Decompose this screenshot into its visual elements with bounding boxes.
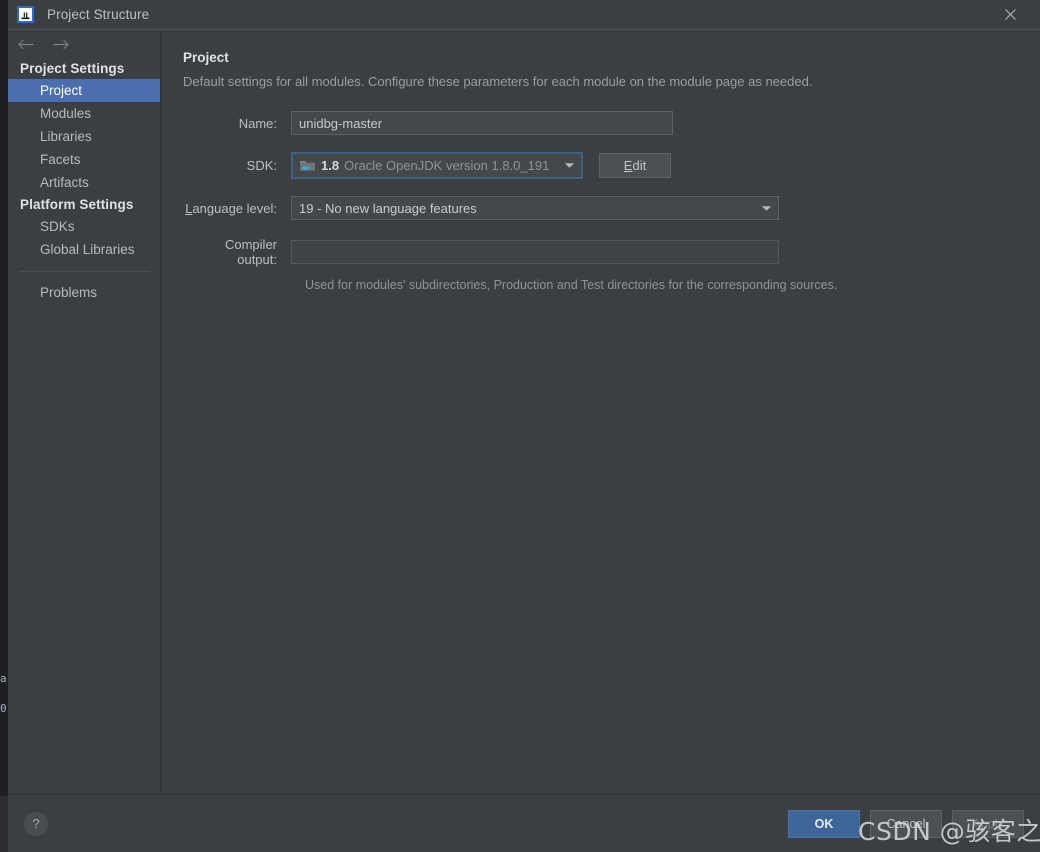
project-name-input[interactable]: unidbg-master bbox=[291, 111, 673, 135]
sidebar-item-problems[interactable]: Problems bbox=[8, 281, 160, 304]
sidebar-item-project[interactable]: Project bbox=[8, 79, 160, 102]
page-title: Project bbox=[183, 50, 229, 65]
dialog-action-buttons: OK Cancel Apply bbox=[788, 809, 1024, 838]
language-level-row: Language level: 19 - No new language fea… bbox=[183, 196, 1040, 220]
jdk-folder-icon bbox=[299, 158, 316, 173]
dialog-titlebar: IJ Project Structure bbox=[8, 0, 1040, 29]
cancel-button[interactable]: Cancel bbox=[870, 809, 942, 838]
language-level-combobox[interactable]: 19 - No new language features bbox=[291, 196, 779, 220]
project-sdk-combobox[interactable]: 1.8 Oracle OpenJDK version 1.8.0_191 bbox=[291, 152, 583, 179]
sidebar-item-libraries[interactable]: Libraries bbox=[8, 125, 160, 148]
dialog-footer: ? OK Cancel Apply bbox=[8, 794, 1040, 852]
sidebar-item-artifacts[interactable]: Artifacts bbox=[8, 171, 160, 194]
sidebar-divider bbox=[20, 271, 150, 272]
sidebar-item-facets[interactable]: Facets bbox=[8, 148, 160, 171]
settings-sidebar: Project Settings Project Modules Librari… bbox=[8, 30, 161, 794]
project-structure-dialog: IJ Project Structure Project Settings Pr… bbox=[8, 0, 1040, 852]
chevron-down-icon[interactable] bbox=[761, 197, 772, 219]
edit-button-label-rest: dit bbox=[632, 158, 647, 173]
help-button[interactable]: ? bbox=[24, 811, 48, 836]
window-title: Project Structure bbox=[47, 7, 150, 22]
sidebar-item-global-libraries[interactable]: Global Libraries bbox=[8, 238, 160, 261]
arrow-right-icon[interactable] bbox=[51, 34, 71, 54]
project-settings-panel: Project Default settings for all modules… bbox=[161, 30, 1040, 794]
intellij-idea-icon: IJ bbox=[17, 6, 34, 23]
project-sdk-label: SDK: bbox=[246, 158, 277, 173]
compiler-output-hint: Used for modules' subdirectories, Produc… bbox=[305, 278, 838, 292]
chevron-down-icon[interactable] bbox=[564, 154, 575, 177]
sidebar-group-platform-settings: Platform Settings bbox=[20, 197, 134, 212]
project-sdk-row: SDK: 1.8 Oracle OpenJDK version 1.8.0_19… bbox=[183, 152, 1040, 179]
sidebar-group-project-settings: Project Settings bbox=[20, 61, 125, 76]
language-level-label: Language level: bbox=[183, 201, 291, 216]
sidebar-nav-arrows bbox=[8, 30, 160, 58]
compiler-output-label: Compiler output: bbox=[224, 237, 277, 267]
ok-button[interactable]: OK bbox=[788, 809, 860, 838]
sidebar-item-sdks[interactable]: SDKs bbox=[8, 215, 160, 238]
project-name-label: Name: bbox=[238, 115, 277, 131]
arrow-left-icon[interactable] bbox=[15, 34, 35, 54]
page-description: Default settings for all modules. Config… bbox=[183, 74, 813, 89]
sidebar-item-modules[interactable]: Modules bbox=[8, 102, 160, 125]
edit-button-mnemonic: E bbox=[623, 158, 633, 173]
project-name-row: Name: unidbg-master bbox=[183, 111, 1040, 135]
close-icon[interactable] bbox=[988, 0, 1032, 29]
compiler-output-input[interactable] bbox=[291, 240, 779, 264]
project-sdk-version: 1.8 bbox=[321, 158, 340, 173]
language-level-value: 19 - No new language features bbox=[299, 200, 477, 216]
language-level-label-rest: anguage level: bbox=[192, 200, 277, 216]
dialog-body: Project Settings Project Modules Librari… bbox=[8, 29, 1040, 794]
compiler-output-row: Compiler output: bbox=[183, 237, 1040, 267]
apply-button: Apply bbox=[952, 809, 1024, 838]
project-sdk-description: Oracle OpenJDK version 1.8.0_191 bbox=[344, 158, 550, 173]
edit-sdk-button[interactable]: Edit bbox=[599, 153, 671, 178]
